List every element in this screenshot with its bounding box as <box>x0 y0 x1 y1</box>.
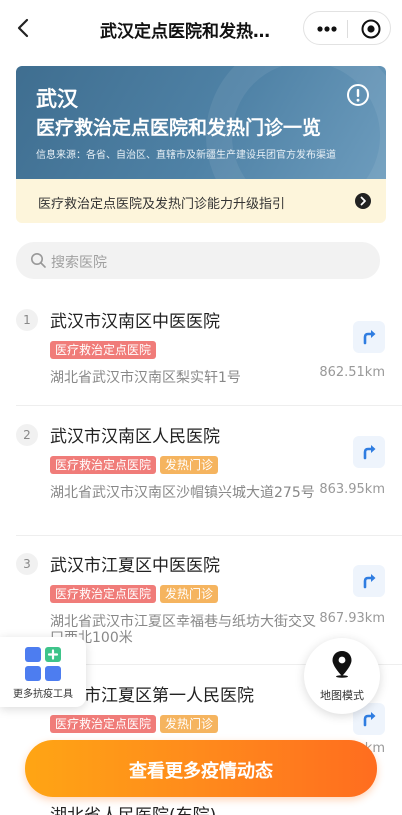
item-index: 2 <box>16 424 38 446</box>
hospital-name: 武汉市江夏区中医医院 <box>50 556 220 576</box>
hospital-name-peek: 湖北省人民医院(东院) <box>50 801 216 815</box>
item-index: 3 <box>16 553 38 575</box>
map-mode-label: 地图模式 <box>320 689 364 702</box>
map-mode-button[interactable]: 地图模式 <box>304 638 380 714</box>
hospital-address: 湖北省武汉市江夏区幸福巷与纸坊大街交叉口西北100米 <box>50 614 316 646</box>
tag-group: 医疗救治定点医院 发热门诊 <box>50 715 222 733</box>
banner-source: 信息来源：各省、自治区、直辖市及新疆生产建设兵团官方发布渠道 <box>36 150 336 161</box>
top-bar: 武汉定点医院和发热… <box>0 0 402 58</box>
tag-designated-hospital: 医疗救治定点医院 <box>50 585 157 603</box>
tag-designated-hospital: 医疗救治定点医院 <box>50 715 157 733</box>
banner-city: 武汉 <box>36 87 78 111</box>
tag-fever-clinic: 发热门诊 <box>160 456 219 474</box>
back-arrow-icon[interactable] <box>12 16 36 40</box>
search-icon <box>31 253 46 268</box>
hospital-address: 湖北省武汉市汉南区沙帽镇兴城大道275号 <box>50 485 315 501</box>
navigate-button[interactable] <box>353 565 385 597</box>
info-icon[interactable] <box>346 83 370 107</box>
page-title: 武汉定点医院和发热… <box>100 22 270 42</box>
mini-program-capsule <box>303 11 391 45</box>
hospital-name: 武汉市汉南区中医医院 <box>50 312 220 332</box>
tag-fever-clinic: 发热门诊 <box>160 585 219 603</box>
item-index: 1 <box>16 309 38 331</box>
more-tools-button[interactable]: 更多抗疫工具 <box>0 637 86 707</box>
tag-group: 医疗救治定点医院 <box>50 341 160 359</box>
view-more-updates-button[interactable]: 查看更多疫情动态 <box>25 740 377 797</box>
list-divider <box>16 405 402 406</box>
hospital-name: 武汉市汉南区人民医院 <box>50 427 220 447</box>
distance: 867.93km <box>319 611 385 626</box>
cta-label: 查看更多疫情动态 <box>129 761 273 782</box>
distance: 862.51km <box>319 365 385 380</box>
map-pin-icon <box>332 651 352 678</box>
tag-designated-hospital: 医疗救治定点医院 <box>50 341 157 359</box>
capsule-divider <box>347 20 348 38</box>
navigate-button[interactable] <box>353 436 385 468</box>
guide-label: 医疗救治定点医院及发热门诊能力升级指引 <box>38 197 286 212</box>
tools-grid-icon <box>25 647 61 681</box>
list-divider <box>16 535 402 536</box>
distance: 863.95km <box>319 482 385 497</box>
hero-banner: 武汉 医疗救治定点医院和发热门诊一览 信息来源：各省、自治区、直辖市及新疆生产建… <box>16 66 386 179</box>
tag-fever-clinic: 发热门诊 <box>160 715 219 733</box>
banner-headline: 医疗救治定点医院和发热门诊一览 <box>36 117 322 139</box>
navigate-arrow-icon <box>363 330 376 345</box>
navigate-button[interactable] <box>353 321 385 353</box>
capacity-guide-link[interactable]: 医疗救治定点医院及发热门诊能力升级指引 <box>16 179 386 223</box>
hospital-address: 湖北省武汉市汉南区梨实轩1号 <box>50 370 241 386</box>
chevron-right-circle-icon <box>355 193 371 209</box>
target-close-icon[interactable] <box>360 18 382 40</box>
navigate-arrow-icon <box>363 574 376 589</box>
tag-group: 医疗救治定点医院 发热门诊 <box>50 585 222 603</box>
search-input[interactable]: 搜索医院 <box>16 242 380 279</box>
tag-designated-hospital: 医疗救治定点医院 <box>50 456 157 474</box>
more-tools-label: 更多抗疫工具 <box>13 689 73 700</box>
navigate-arrow-icon <box>363 445 376 460</box>
more-dots-icon[interactable] <box>316 21 338 37</box>
tag-group: 医疗救治定点医院 发热门诊 <box>50 456 222 474</box>
search-placeholder: 搜索医院 <box>51 255 107 271</box>
